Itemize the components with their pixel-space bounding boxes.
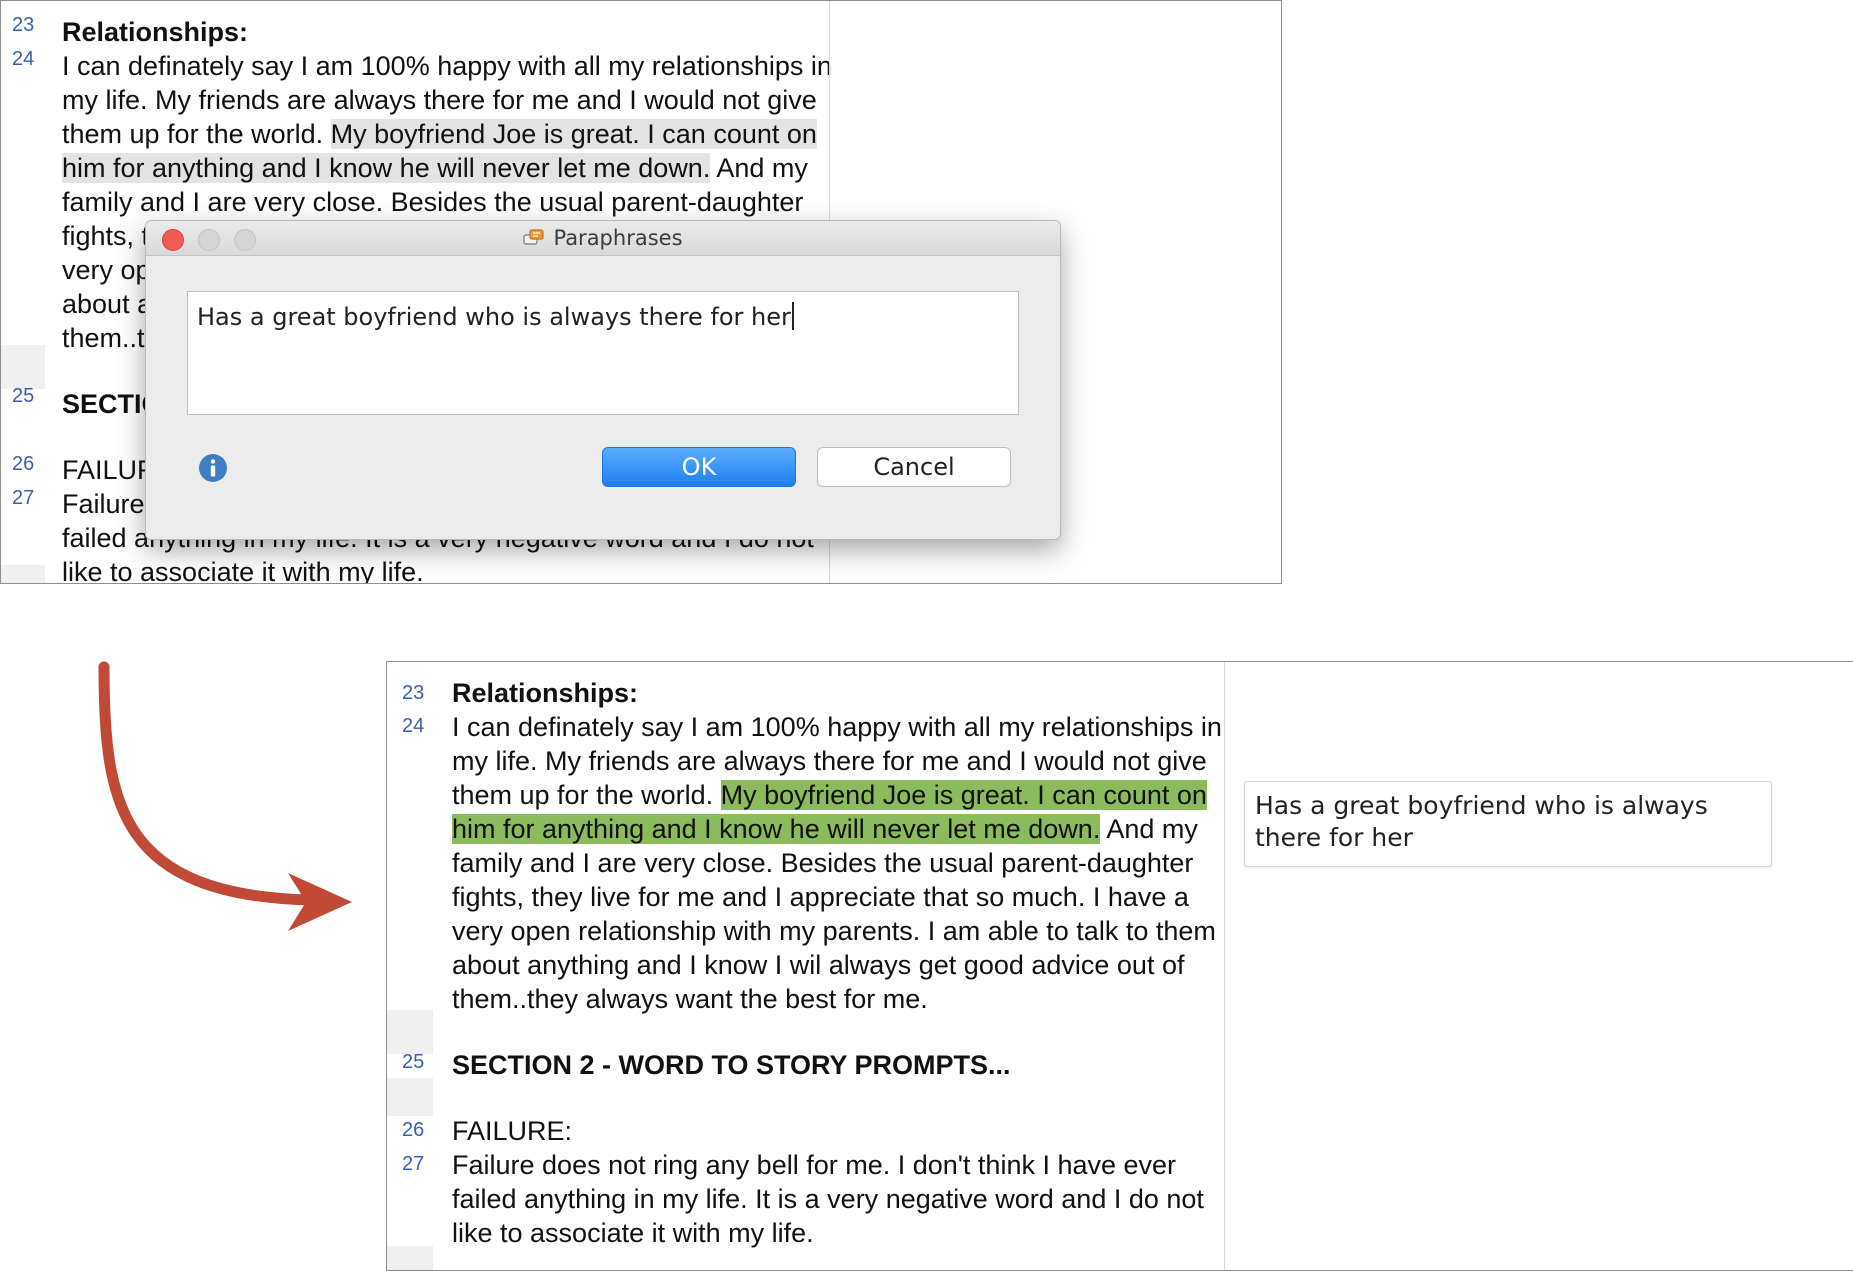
- line-number-25: 25: [402, 1051, 425, 1073]
- text-line: him for anything and I know he will neve…: [452, 814, 1198, 844]
- text-line: family and I are very close. Besides the…: [452, 848, 1194, 878]
- text-line: them up for the world. My boyfriend Joe …: [62, 119, 817, 149]
- text-line: my life. My friends are always there for…: [452, 746, 1207, 776]
- text-line: them up for the world. My boyfriend Joe …: [452, 780, 1207, 810]
- line-number-23: 23: [402, 682, 425, 704]
- text-line: failed anything in my life. It is a very…: [452, 1184, 1204, 1214]
- gutter-strip: [387, 1078, 433, 1116]
- failure-heading: FAILURE:: [452, 1116, 573, 1146]
- gutter-strip: [387, 1246, 433, 1270]
- paraphrase-margin-memo[interactable]: Has a great boyfriend who is always ther…: [1244, 781, 1772, 867]
- ok-button[interactable]: OK: [602, 447, 796, 487]
- heading-relationships: Relationships:: [452, 678, 639, 708]
- paraphrase-input[interactable]: Has a great boyfriend who is always ther…: [187, 291, 1019, 415]
- margin-divider: [1224, 662, 1225, 1270]
- line-number-25: 25: [12, 385, 35, 407]
- gutter-strip: [1, 345, 45, 389]
- gutter-strip: [387, 1010, 433, 1054]
- line-number-27: 27: [12, 487, 35, 509]
- text-line: him for anything and I know he will neve…: [62, 153, 808, 183]
- arrow-icon: [98, 661, 352, 931]
- selected-quote[interactable]: My boyfriend Joe is great. I can count o…: [330, 119, 817, 149]
- gutter-strip: [1, 565, 45, 583]
- selected-quote[interactable]: him for anything and I know he will neve…: [62, 153, 711, 183]
- dialog-titlebar[interactable]: Paraphrases: [146, 221, 1060, 256]
- text-line: like to associate it with my life.: [62, 557, 424, 584]
- document-panel-after: 23 24 25 26 27 Relationships: I can defi…: [386, 661, 1853, 1271]
- text-line: I can definately say I am 100% happy wit…: [62, 51, 832, 81]
- line-number-26: 26: [12, 453, 35, 475]
- text-line: very open relationship with my parents. …: [452, 916, 1216, 946]
- line-number-26: 26: [402, 1119, 425, 1141]
- memo-line: Has a great boyfriend who is always: [1255, 791, 1708, 820]
- text-line: them..they always want the best for me.: [452, 984, 928, 1014]
- line-number-23: 23: [12, 14, 35, 36]
- document-text[interactable]: Relationships: I can definately say I am…: [452, 676, 1222, 1250]
- text-line: about anything and I know I wil always g…: [452, 950, 1185, 980]
- text-line: my life. My friends are always there for…: [62, 85, 817, 115]
- line-number-24: 24: [12, 48, 35, 70]
- section-heading: SECTION 2 - WORD TO STORY PROMPTS...: [452, 1050, 1011, 1080]
- paraphrase-icon: [523, 229, 545, 245]
- heading-relationships: Relationships:: [62, 17, 249, 47]
- line-number-27: 27: [402, 1153, 425, 1175]
- text-line: like to associate it with my life.: [452, 1218, 814, 1248]
- cancel-button[interactable]: Cancel: [817, 447, 1011, 487]
- dialog-title: Paraphrases: [553, 226, 683, 250]
- coded-quote[interactable]: him for anything and I know he will neve…: [452, 814, 1101, 844]
- text-caret: [791, 302, 794, 330]
- paraphrases-dialog: Paraphrases Has a great boyfriend who is…: [145, 220, 1061, 540]
- text-line: Failure does not ring any bell for me. I…: [452, 1150, 1177, 1180]
- line-number-gutter: 23 24 25 26 27: [387, 662, 433, 1270]
- text-line: family and I are very close. Besides the…: [62, 187, 804, 217]
- line-number-24: 24: [402, 715, 425, 737]
- text-line: fights, they live for me and I appreciat…: [452, 882, 1189, 912]
- memo-line: there for her: [1255, 823, 1413, 852]
- text-line: I can definately say I am 100% happy wit…: [452, 712, 1222, 742]
- info-icon[interactable]: [198, 453, 228, 483]
- coded-quote[interactable]: My boyfriend Joe is great. I can count o…: [720, 780, 1207, 810]
- line-number-gutter: 23 24 25 26 27: [1, 1, 45, 583]
